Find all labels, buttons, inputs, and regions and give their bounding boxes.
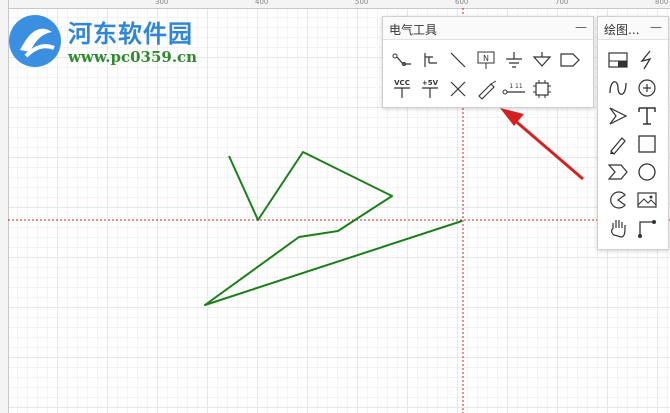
hand-icon[interactable] bbox=[605, 215, 631, 241]
watermark-url: www.pc0359.cn bbox=[68, 48, 198, 66]
watermark-title: 河东软件园 bbox=[68, 20, 193, 48]
minimize-button[interactable]: — bbox=[575, 20, 587, 34]
electrical-tools-panel: 电气工具 — N VCC +5V 1 11 bbox=[382, 16, 594, 108]
neutral-label: N bbox=[483, 54, 489, 63]
fuse-label: 1 11 bbox=[509, 83, 523, 90]
switch-icon[interactable] bbox=[389, 47, 415, 73]
ground-icon[interactable] bbox=[501, 47, 527, 73]
rectangle-icon[interactable] bbox=[634, 131, 660, 157]
circle-icon[interactable] bbox=[634, 159, 660, 185]
pacman-icon[interactable] bbox=[605, 187, 631, 213]
watermark-logo-icon bbox=[9, 15, 61, 67]
vcc-icon[interactable]: VCC bbox=[389, 76, 415, 102]
panel-title: 电气工具 bbox=[389, 23, 438, 37]
drawing-tools-panel: 绘图... — bbox=[597, 16, 669, 250]
pencil-icon[interactable] bbox=[473, 76, 499, 102]
relay-icon[interactable] bbox=[417, 47, 443, 73]
annotation-arrow-shaft bbox=[511, 116, 584, 181]
freehand-polyline[interactable] bbox=[204, 151, 463, 306]
watermark: 河东软件园 www.pc0359.cn bbox=[6, 12, 206, 72]
panel-title: 绘图... bbox=[604, 23, 640, 37]
component-icon[interactable] bbox=[529, 76, 555, 102]
minimize-button[interactable]: — bbox=[650, 20, 662, 34]
image-icon[interactable] bbox=[634, 187, 660, 213]
vcc-label: VCC bbox=[394, 79, 410, 87]
panel-header[interactable]: 电气工具 — bbox=[383, 17, 593, 40]
wire-icon[interactable] bbox=[445, 47, 471, 73]
chevron-shape-icon[interactable] bbox=[605, 159, 631, 185]
plus5v-icon[interactable]: +5V bbox=[417, 76, 443, 102]
connector-tag-icon[interactable] bbox=[557, 47, 583, 73]
neutral-box-icon[interactable]: N bbox=[473, 47, 499, 73]
add-circle-icon[interactable] bbox=[634, 75, 660, 101]
arrowhead-icon[interactable] bbox=[605, 103, 631, 129]
fuse-icon[interactable]: 1 11 bbox=[501, 76, 527, 102]
panel-header[interactable]: 绘图... — bbox=[598, 17, 668, 40]
cross-icon[interactable] bbox=[445, 76, 471, 102]
triangle-ground-icon[interactable] bbox=[529, 47, 555, 73]
card-icon[interactable] bbox=[605, 47, 631, 73]
lightning-icon[interactable] bbox=[634, 47, 660, 73]
connector-line-icon[interactable] bbox=[634, 215, 660, 241]
pencil-icon[interactable] bbox=[605, 131, 631, 157]
text-icon[interactable] bbox=[634, 103, 660, 129]
plus5v-label: +5V bbox=[422, 79, 439, 87]
curve-icon[interactable] bbox=[605, 75, 631, 101]
